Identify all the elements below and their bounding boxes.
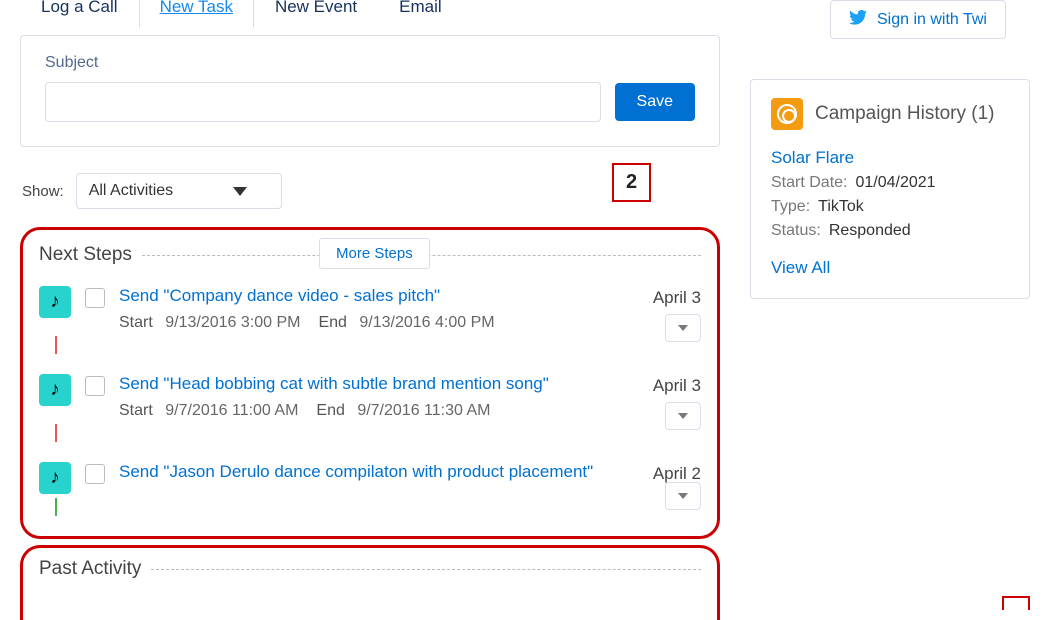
activity-checkbox[interactable] [85, 376, 105, 396]
save-button[interactable]: Save [615, 83, 695, 121]
sign-in-twitter-button[interactable]: Sign in with Twi [830, 0, 1006, 39]
start-date-value: 01/04/2021 [855, 174, 935, 192]
show-label: Show: [22, 183, 64, 200]
timeline-connector [55, 498, 57, 516]
twitter-icon [849, 9, 867, 30]
tiktok-icon: ♪ [39, 462, 71, 494]
tiktok-icon: ♪ [39, 374, 71, 406]
new-task-form: Subject Save [20, 35, 720, 147]
activity-link[interactable]: Send "Jason Derulo dance compilaton with… [119, 462, 617, 482]
activity-link[interactable]: Send "Head bobbing cat with subtle brand… [119, 374, 617, 394]
chevron-down-icon [233, 187, 247, 196]
campaign-link[interactable]: Solar Flare [771, 148, 1009, 168]
tab-new-event[interactable]: New Event [254, 0, 378, 28]
timeline-connector [55, 424, 57, 442]
activity-item: ♪ Send "Head bobbing cat with subtle bra… [39, 374, 701, 420]
chevron-down-icon [678, 325, 688, 331]
tiktok-icon: ♪ [39, 286, 71, 318]
activity-date: April 3 [631, 376, 701, 396]
divider [151, 569, 701, 570]
activity-filter-select[interactable]: All Activities [76, 173, 282, 209]
campaign-history-card: Campaign History (1) Solar Flare Start D… [750, 79, 1030, 299]
timeline-connector [55, 336, 57, 354]
chevron-down-icon [678, 413, 688, 419]
tab-log-call[interactable]: Log a Call [20, 0, 139, 28]
campaign-icon [771, 98, 803, 130]
status-value: Responded [829, 222, 911, 240]
activity-date: April 3 [631, 288, 701, 308]
tab-email[interactable]: Email [378, 0, 463, 28]
activity-item: ♪ Send "Jason Derulo dance compilaton wi… [39, 462, 701, 494]
past-activity-panel: Past Activity [20, 545, 720, 620]
activity-item: ♪ Send "Company dance video - sales pitc… [39, 286, 701, 332]
callout-marker-2: 2 [612, 163, 651, 202]
twitter-label: Sign in with Twi [877, 11, 987, 29]
campaign-history-title: Campaign History (1) [815, 103, 995, 125]
activity-checkbox[interactable] [85, 288, 105, 308]
activity-date: April 2 [631, 464, 701, 484]
tab-new-task[interactable]: New Task [139, 0, 254, 28]
activity-checkbox[interactable] [85, 464, 105, 484]
activity-menu-button[interactable] [665, 482, 701, 510]
next-steps-panel: Next Steps More Steps ♪ Send "Company da… [20, 227, 720, 539]
filter-selected-value: All Activities [89, 182, 173, 200]
past-activity-title: Past Activity [39, 558, 141, 580]
status-label: Status: [771, 222, 821, 240]
view-all-link[interactable]: View All [771, 258, 1009, 278]
more-steps-button[interactable]: More Steps [319, 238, 430, 269]
type-value: TikTok [818, 198, 864, 216]
type-label: Type: [771, 198, 810, 216]
activity-tabs: Log a Call New Task New Event Email [20, 0, 720, 29]
next-steps-title: Next Steps [39, 244, 132, 266]
subject-input[interactable] [45, 82, 601, 122]
subject-label: Subject [45, 54, 695, 72]
activity-menu-button[interactable] [665, 314, 701, 342]
activity-menu-button[interactable] [665, 402, 701, 430]
activity-link[interactable]: Send "Company dance video - sales pitch" [119, 286, 617, 306]
start-date-label: Start Date: [771, 174, 847, 192]
chevron-down-icon [678, 493, 688, 499]
